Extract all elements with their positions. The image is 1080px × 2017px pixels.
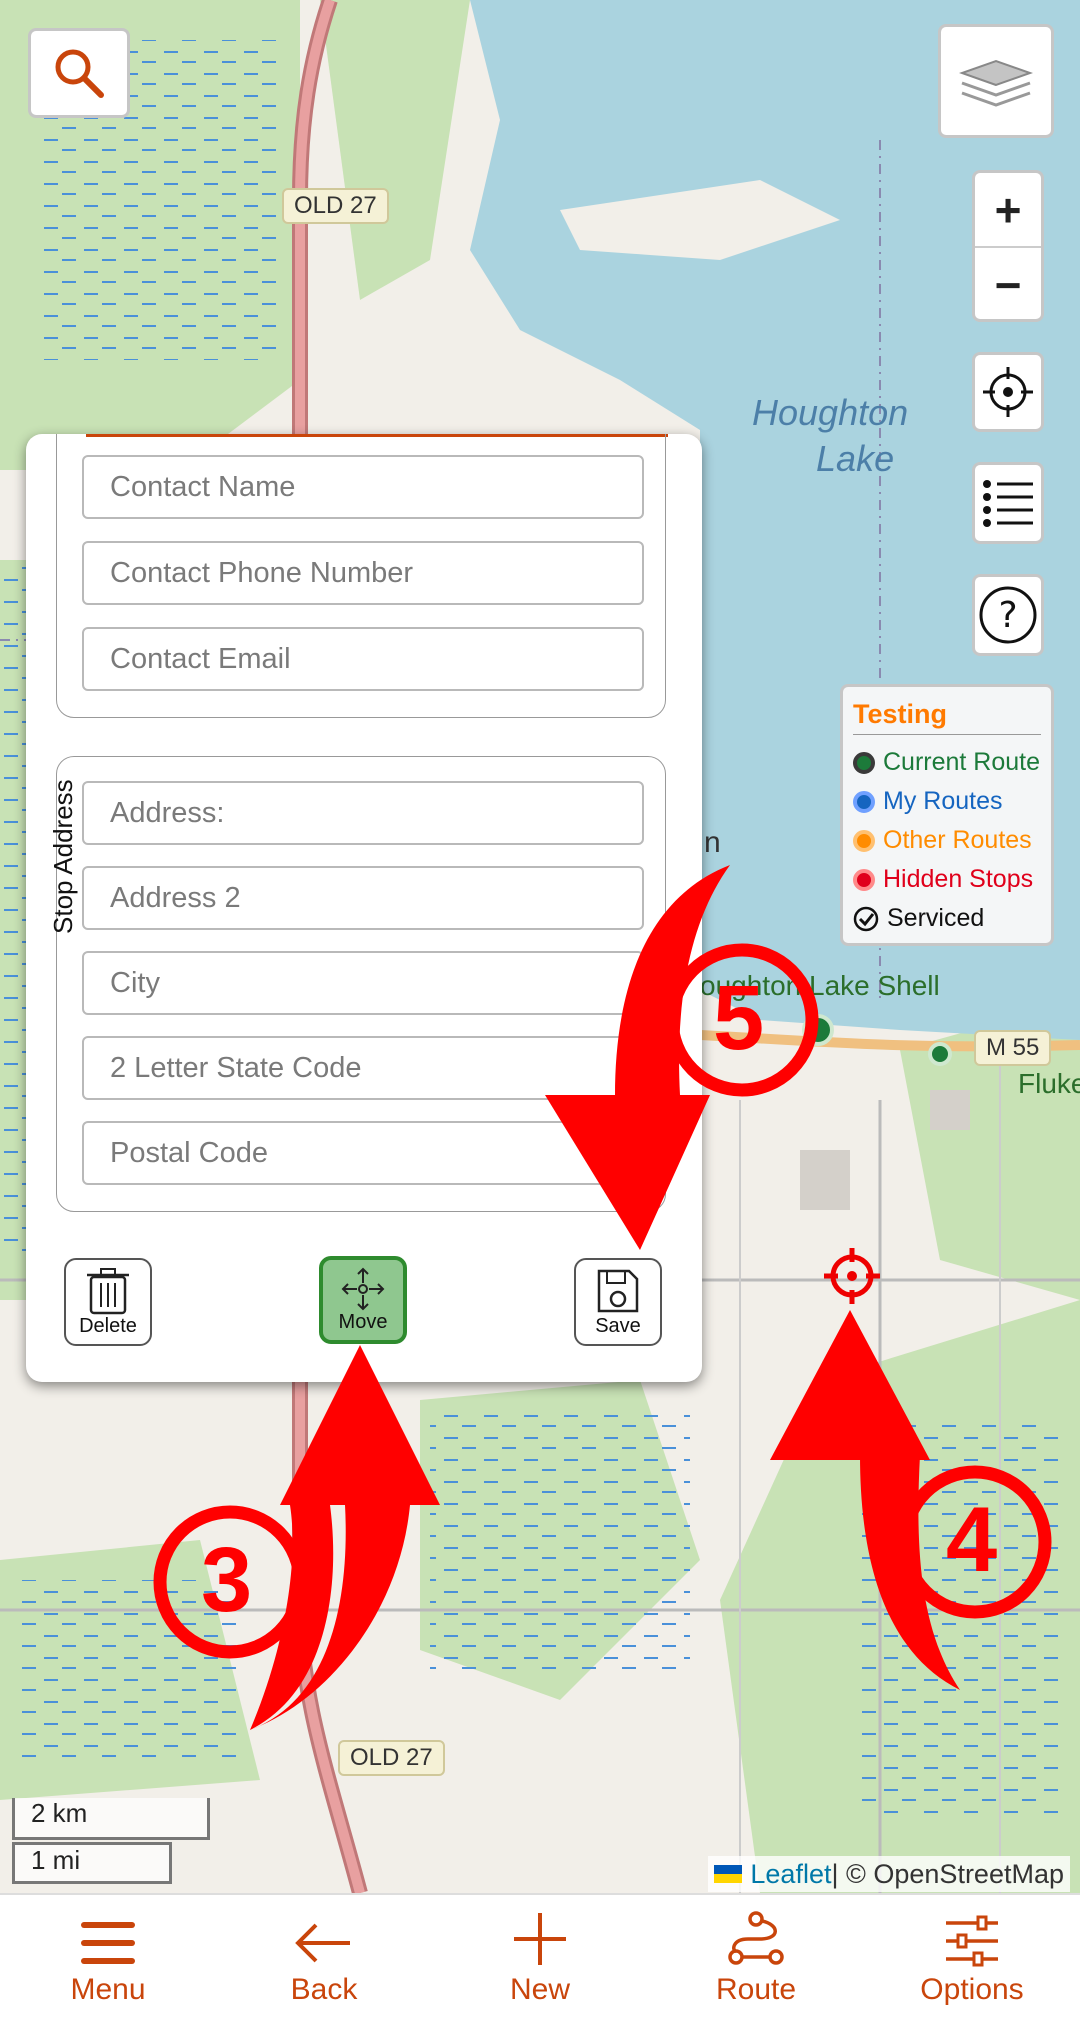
step4-number: 4 xyxy=(946,1489,998,1591)
step3-number: 3 xyxy=(201,1529,253,1631)
leaflet-link[interactable]: Leaflet xyxy=(750,1859,831,1890)
bottom-nav: Menu Back New Route Options xyxy=(0,1893,1080,2017)
sliders-icon xyxy=(946,1915,998,1967)
plus-icon xyxy=(514,1913,566,1965)
nav-route[interactable]: Route xyxy=(648,1895,864,2017)
nav-back[interactable]: Back xyxy=(216,1895,432,2017)
nav-options[interactable]: Options xyxy=(864,1895,1080,2017)
annotation-arrows xyxy=(153,865,1052,1730)
ukraine-flag-icon xyxy=(714,1865,743,1883)
arrow-left-icon xyxy=(295,1923,350,1963)
route-icon xyxy=(728,1911,784,1965)
scale-bar-mi: 1 mi xyxy=(12,1842,172,1884)
osm-attribution: | © OpenStreetMap xyxy=(831,1858,1064,1889)
hamburger-icon xyxy=(81,1922,135,1964)
nav-new[interactable]: New xyxy=(432,1895,648,2017)
nav-menu[interactable]: Menu xyxy=(0,1895,216,2017)
step5-number: 5 xyxy=(713,967,765,1069)
scale-bar-km: 2 km xyxy=(12,1798,210,1840)
map-attribution: Leaflet | © OpenStreetMap xyxy=(708,1856,1070,1892)
